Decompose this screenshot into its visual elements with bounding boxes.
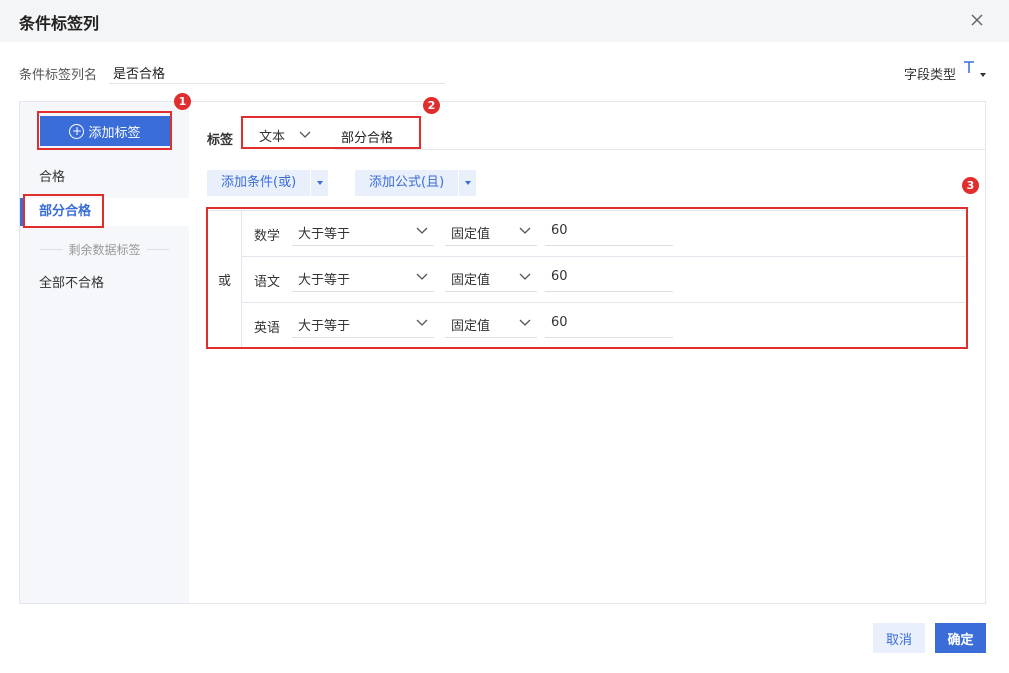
condition-row: 英语 大于等于 固定值 60 bbox=[242, 302, 966, 348]
tag-name-input[interactable]: 部分合格 bbox=[335, 122, 985, 150]
divider-line bbox=[146, 248, 170, 250]
plus-circle-icon: + bbox=[69, 123, 85, 139]
chevron-down-icon bbox=[416, 273, 428, 280]
remaining-label: 剩余数据标签 bbox=[68, 242, 141, 257]
chevron-down-icon bbox=[519, 273, 531, 280]
dialog-title: 条件标签列 bbox=[19, 14, 100, 33]
annotation-badge-2: 2 bbox=[423, 97, 440, 114]
main-panel: + 添加标签 合格 部分合格 剩余数据标签 全部不合格 标签 文本 部分合格 添… bbox=[19, 101, 986, 604]
add-formula-and-button[interactable]: 添加公式(且) bbox=[355, 170, 477, 196]
close-icon[interactable] bbox=[969, 12, 985, 28]
chevron-down-icon bbox=[416, 227, 428, 234]
sidebar-item-pass[interactable]: 合格 bbox=[20, 164, 189, 192]
tag-sidebar: + 添加标签 合格 部分合格 剩余数据标签 全部不合格 bbox=[20, 102, 189, 603]
value-source-select[interactable]: 固定值 bbox=[445, 264, 537, 292]
value-input[interactable]: 60 bbox=[545, 218, 673, 246]
sidebar-item-partial-pass[interactable]: 部分合格 bbox=[20, 198, 189, 226]
dialog-header: 条件标签列 bbox=[0, 0, 1009, 42]
operator-select[interactable]: 大于等于 bbox=[292, 310, 434, 338]
caret-down-icon[interactable] bbox=[310, 170, 329, 196]
tag-label: 标签 bbox=[207, 133, 234, 148]
field-type-label[interactable]: 字段类型 bbox=[904, 64, 956, 83]
value-source-value: 固定值 bbox=[451, 319, 491, 334]
add-formula-and-label[interactable]: 添加公式(且) bbox=[355, 170, 459, 196]
add-tag-button[interactable]: + 添加标签 bbox=[40, 116, 170, 146]
operator-select[interactable]: 大于等于 bbox=[292, 264, 434, 292]
condition-subject: 英语 bbox=[254, 321, 281, 336]
caret-down-icon[interactable] bbox=[458, 170, 477, 196]
operator-value: 大于等于 bbox=[298, 273, 351, 288]
add-condition-or-button[interactable]: 添加条件(或) bbox=[207, 170, 329, 196]
tag-editor: 标签 文本 部分合格 添加条件(或) 添加公式(且) 或 数学 大于等于 固定值 bbox=[189, 102, 985, 603]
value-input[interactable]: 60 bbox=[545, 264, 673, 292]
annotation-badge-1: 1 bbox=[174, 93, 191, 110]
condition-row: 语文 大于等于 固定值 60 bbox=[242, 256, 966, 302]
operator-select[interactable]: 大于等于 bbox=[292, 218, 434, 246]
divider-line bbox=[40, 248, 63, 250]
operator-value: 大于等于 bbox=[298, 319, 351, 334]
value-input[interactable]: 60 bbox=[545, 310, 673, 338]
add-tag-label: 添加标签 bbox=[88, 125, 141, 141]
sidebar-item-all-fail[interactable]: 全部不合格 bbox=[20, 270, 189, 298]
annotation-badge-3: 3 bbox=[962, 177, 979, 194]
logic-label: 或 bbox=[208, 211, 242, 348]
value-source-select[interactable]: 固定值 bbox=[445, 310, 537, 338]
operator-value: 大于等于 bbox=[298, 227, 351, 242]
value-source-select[interactable]: 固定值 bbox=[445, 218, 537, 246]
column-name-label: 条件标签列名 bbox=[19, 68, 98, 83]
cancel-button[interactable]: 取消 bbox=[873, 623, 925, 653]
chevron-down-icon bbox=[416, 319, 428, 326]
condition-subject: 数学 bbox=[254, 229, 281, 244]
chevron-down-icon bbox=[519, 319, 531, 326]
value-type-text: 文本 bbox=[259, 129, 286, 145]
add-condition-or-label[interactable]: 添加条件(或) bbox=[207, 170, 311, 196]
chevron-down-icon bbox=[299, 131, 311, 138]
field-type-caret-icon[interactable] bbox=[980, 73, 986, 77]
condition-subject: 语文 bbox=[254, 275, 281, 290]
condition-row: 数学 大于等于 固定值 60 bbox=[242, 211, 966, 257]
value-source-value: 固定值 bbox=[451, 227, 491, 242]
confirm-button[interactable]: 确定 bbox=[935, 623, 986, 653]
condition-group: 或 数学 大于等于 固定值 60 语文 大于等于 固定值 60 英语 大于等于 … bbox=[207, 210, 967, 349]
text-type-icon[interactable] bbox=[962, 59, 976, 78]
column-name-input[interactable]: 是否合格 bbox=[109, 58, 445, 84]
value-type-select[interactable]: 文本 bbox=[247, 122, 311, 148]
value-source-value: 固定值 bbox=[451, 273, 491, 288]
remaining-divider: 剩余数据标签 bbox=[40, 242, 170, 257]
chevron-down-icon bbox=[519, 227, 531, 234]
